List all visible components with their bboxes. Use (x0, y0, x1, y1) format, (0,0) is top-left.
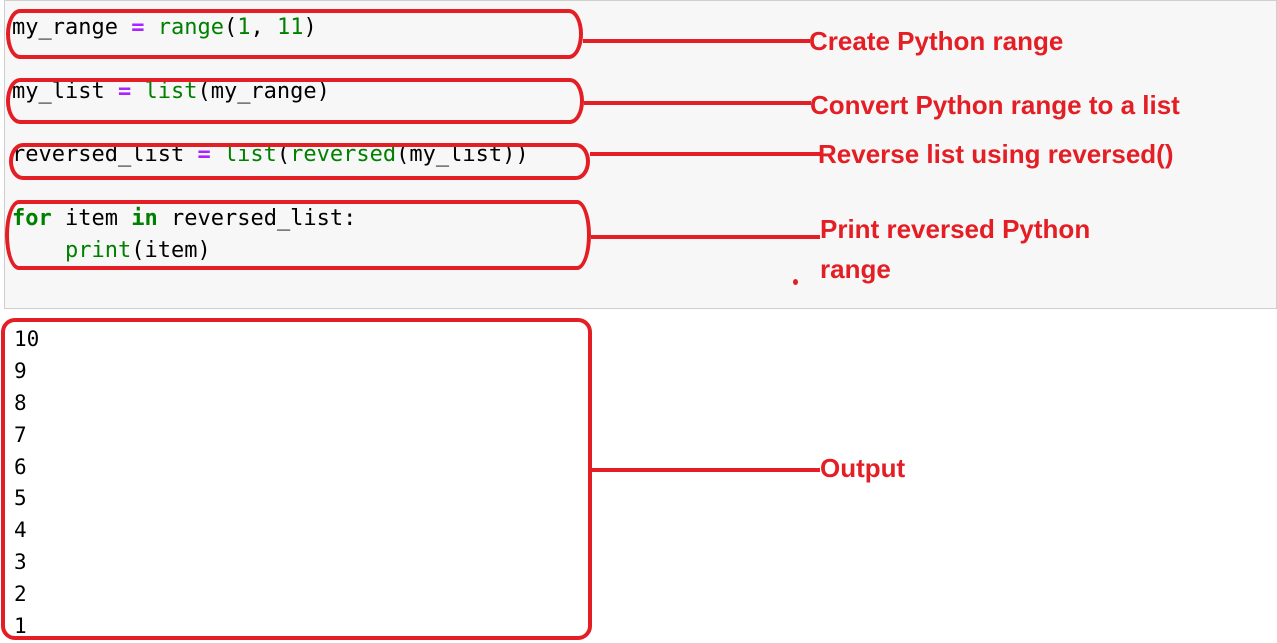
connector-line (584, 101, 811, 105)
annotation-convert-list: Convert Python range to a list (810, 90, 1180, 120)
stray-dot (793, 279, 798, 285)
output-line: 2 (14, 582, 27, 606)
annotation-box-reverse-list (9, 143, 590, 180)
annotation-reverse-list: Reverse list using reversed() (818, 139, 1174, 169)
connector-line (591, 235, 820, 239)
output-line: 9 (14, 359, 27, 383)
annotation-box-convert-list (6, 78, 584, 124)
output-line: 1 (14, 614, 27, 638)
output-box (1, 318, 592, 640)
annotation-box-print-loop (5, 200, 591, 270)
output-line: 5 (14, 486, 27, 510)
annotation-create-range: Create Python range (809, 26, 1064, 56)
connector-line (583, 39, 810, 43)
output-line: 4 (14, 518, 27, 542)
annotation-print-line2: range (820, 254, 891, 284)
output-line: 8 (14, 391, 27, 415)
annotation-print-line1: Print reversed Python (820, 214, 1091, 244)
connector-line (591, 468, 820, 472)
annotation-output: Output (820, 453, 906, 483)
output-line: 7 (14, 423, 27, 447)
connector-line (590, 152, 820, 156)
output-line: 3 (14, 550, 27, 574)
output-line: 10 (14, 327, 40, 351)
annotation-box-create-range (6, 9, 583, 59)
output-line: 6 (14, 455, 27, 479)
